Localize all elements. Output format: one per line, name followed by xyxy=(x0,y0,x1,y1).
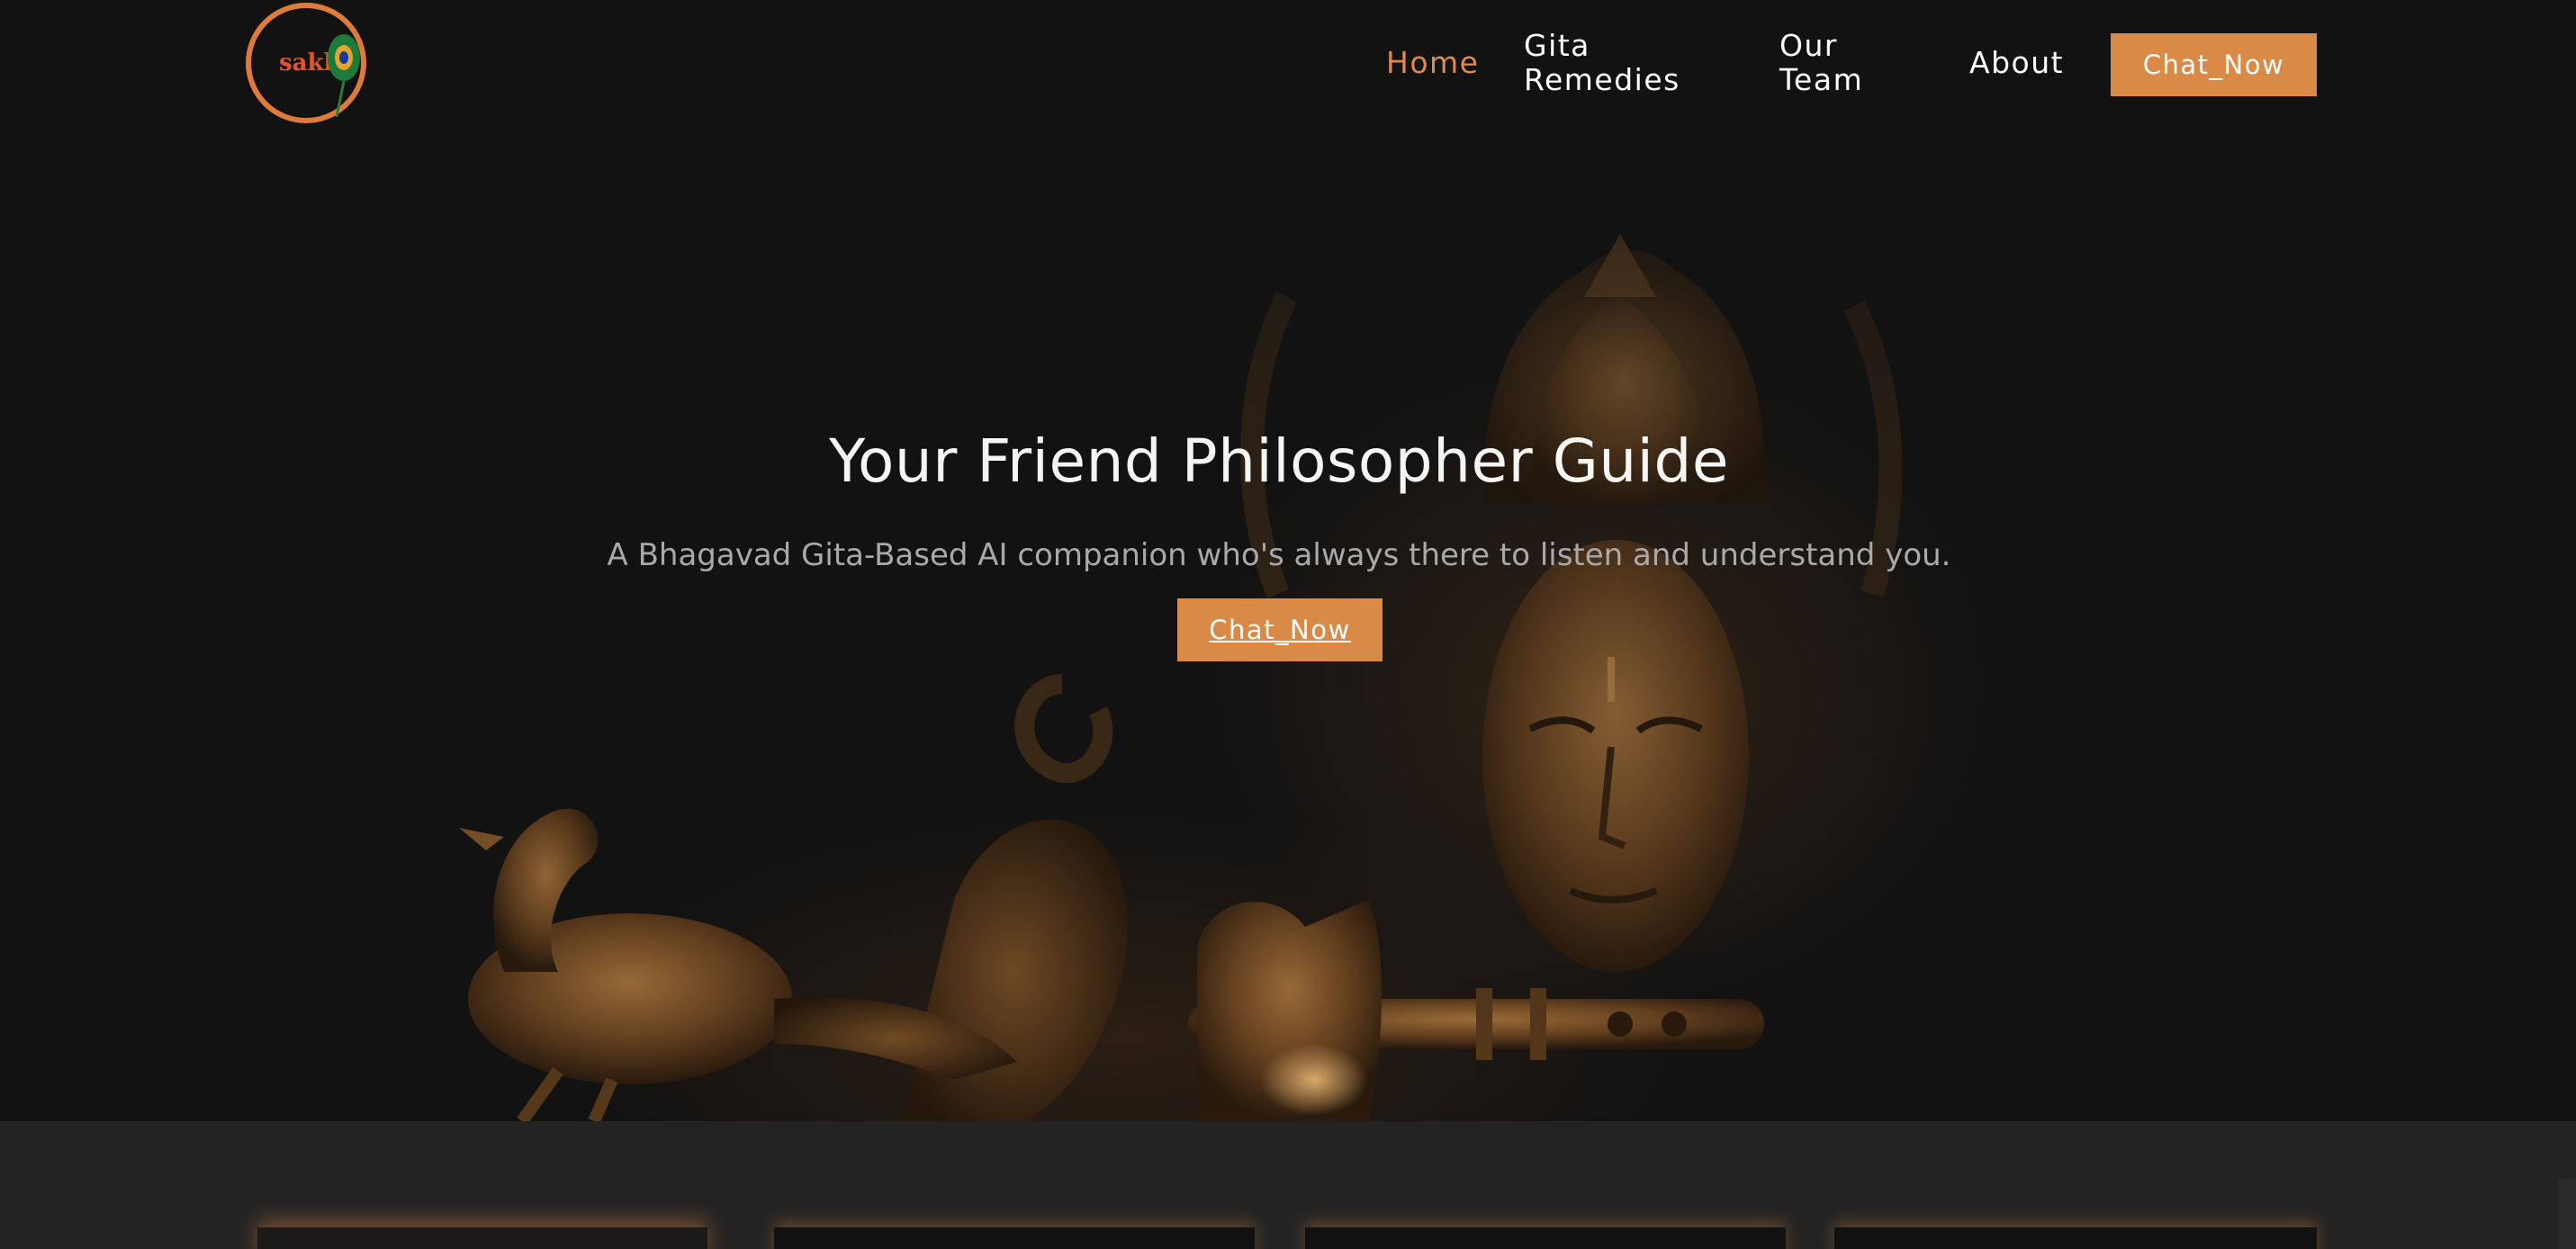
nav-home-link[interactable]: Home xyxy=(1386,46,1479,80)
sakha-logo[interactable]: sakha xyxy=(243,0,373,124)
hero-title: Your Friend Philosopher Guide xyxy=(828,427,1730,496)
nav-about-link[interactable]: About xyxy=(1969,46,2064,80)
hero-subtitle: A Bhagavad Gita-Based AI companion who's… xyxy=(607,537,1951,573)
feature-card[interactable] xyxy=(257,1227,707,1249)
nav-our-team-link[interactable]: Our Team xyxy=(1779,29,1887,97)
hero-section: sakha Home Gita Remedies Our Team About … xyxy=(0,0,2576,1121)
nav-chat-now-button[interactable]: Chat_Now xyxy=(2111,33,2317,96)
top-navbar: sakha Home Gita Remedies Our Team About … xyxy=(0,0,2576,130)
feature-card[interactable] xyxy=(1305,1227,1786,1249)
hero-chat-now-button[interactable]: Chat_Now xyxy=(1177,598,1383,661)
feature-card[interactable] xyxy=(774,1227,1255,1249)
nav-gita-remedies-link[interactable]: Gita Remedies xyxy=(1524,29,1704,97)
page: sakha Home Gita Remedies Our Team About … xyxy=(0,0,2576,1249)
feature-card[interactable] xyxy=(1834,1227,2317,1249)
features-section xyxy=(0,1121,2576,1249)
page-scrollbar[interactable] xyxy=(2558,1179,2576,1249)
